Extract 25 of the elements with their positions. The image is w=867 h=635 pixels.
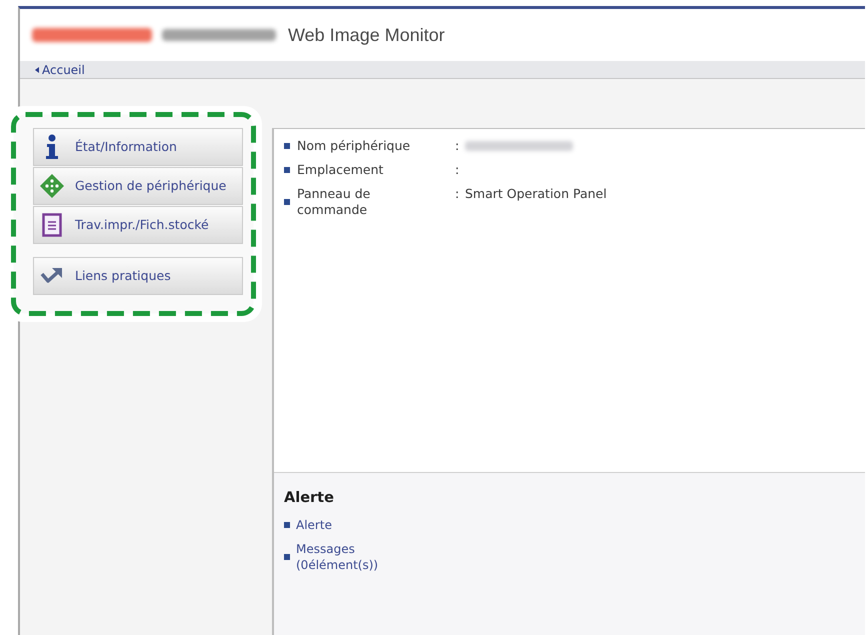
label-separator: :: [455, 162, 460, 178]
label-separator: :: [455, 186, 460, 202]
field-label: Nom périphérique: [297, 138, 412, 154]
app-title: Web Image Monitor: [288, 24, 445, 46]
bullet-icon: [284, 199, 290, 205]
bullet-icon: [284, 522, 290, 528]
diamond-icon: [39, 173, 65, 199]
field-label: Emplacement: [297, 162, 384, 178]
sidebar-menu-button[interactable]: Liens pratiques: [33, 257, 243, 295]
field-label: Panneau de commande: [297, 186, 372, 218]
home-link[interactable]: Accueil: [35, 62, 85, 78]
alert-link[interactable]: Alerte: [296, 517, 332, 533]
arrow-icon: [40, 267, 64, 285]
bullet-icon: [284, 143, 290, 149]
caret-left-icon: [35, 66, 39, 72]
sidebar-menu-button[interactable]: État/Information: [33, 128, 243, 166]
label-separator: :: [455, 138, 460, 154]
bullet-icon: [284, 554, 290, 560]
sidebar-menu-button[interactable]: Trav.impr./Fich.stocké: [33, 206, 243, 244]
alert-link[interactable]: Messages (0élément(s)): [296, 541, 406, 573]
sidebar-menu-button[interactable]: Gestion de périphérique: [33, 167, 243, 205]
document-icon: [42, 213, 62, 237]
alert-heading: Alerte: [284, 489, 334, 508]
field-value: Smart Operation Panel: [465, 186, 607, 202]
bullet-icon: [284, 167, 290, 173]
